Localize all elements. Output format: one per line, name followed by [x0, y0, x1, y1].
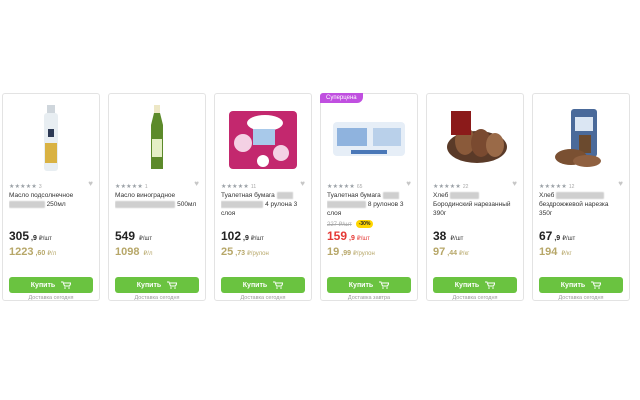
product-title[interactable]: Масло виноградное xxxxxxx xxxxxxxxxxx 50… [115, 191, 199, 217]
borodinsky-bread-image [447, 111, 507, 163]
old-price: 227 ₽/шт [327, 221, 352, 228]
rating-row: ★★★★★ 22 ♥ [433, 180, 517, 191]
product-card[interactable]: ★★★★★22 ♥ Хлеб xxxxxxxxx Бородинский нар… [426, 93, 524, 301]
rating-count: 11 [250, 184, 257, 190]
favorite-heart-icon[interactable]: ♥ [618, 180, 623, 188]
buy-button[interactable]: Купить [9, 277, 93, 293]
unit-price: 194 ₽/кг [539, 246, 572, 258]
product-card[interactable]: ★★★★★11 ♥ Туалетная бумага xxxxx xxxxxxx… [214, 93, 312, 301]
grape-oil-bottle-image [151, 105, 163, 169]
favorite-heart-icon[interactable]: ♥ [300, 180, 305, 188]
cart-icon [273, 281, 284, 289]
unit-price: 25,73 ₽/рулон [221, 246, 269, 258]
product-image[interactable] [9, 100, 93, 176]
unit-price: 1223,60 ₽/л [9, 246, 57, 258]
delivery-info: Доставка сегодня [452, 295, 498, 301]
yeastfree-bread-image [555, 109, 601, 167]
unit-price: 97,44 ₽/кг [433, 246, 470, 258]
product-card[interactable]: ★★★★★3 ♥ Масло подсолнечное xxxxxxxxxxx … [2, 93, 100, 301]
unit-price: 1098 ₽/л [115, 246, 153, 258]
product-card[interactable]: ★★★★★12 ♥ Хлеб xxxxx xxxxxxxxx бездрожже… [532, 93, 630, 301]
cart-icon [167, 281, 178, 289]
unit-price: 19,99 ₽/рулон [327, 246, 375, 258]
blurred-brand: xxxxx xxxxxxxxx [556, 192, 604, 199]
favorite-heart-icon[interactable]: ♥ [406, 180, 411, 188]
rating-stars: ★★★★★ [539, 184, 567, 190]
cart-icon [591, 281, 602, 289]
price: 67,9 ₽/шт [539, 229, 576, 243]
delivery-info: Доставка завтра [347, 295, 391, 301]
favorite-heart-icon[interactable]: ♥ [512, 180, 517, 188]
rating-row: ★★★★★ 11 ♥ [221, 180, 305, 191]
product-image[interactable] [115, 100, 199, 176]
product-title[interactable]: Туалетная бумага xxxxx xxxxxxxxxxxx 8 ру… [327, 191, 411, 217]
blurred-brand: xxxxxxx xxxxxxxxxxx [115, 201, 176, 208]
product-title[interactable]: Хлеб xxxxx xxxxxxxxx бездрожжевой нарезк… [539, 191, 623, 217]
rating-row: ★★★★★ 65 ♥ [327, 180, 411, 191]
toilet-paper-image [229, 111, 297, 169]
rating-count: 22 [462, 184, 469, 190]
buy-button[interactable]: Купить [433, 277, 517, 293]
favorite-heart-icon[interactable]: ♥ [88, 180, 93, 188]
blurred-brand: xxxxxxxxx [450, 192, 480, 199]
cart-icon [379, 281, 390, 289]
price: 549 ₽/шт [115, 229, 153, 243]
oil-bottle-image [44, 105, 58, 171]
buy-button[interactable]: Купить [539, 277, 623, 293]
product-image[interactable] [433, 100, 517, 176]
rating-row: ★★★★★ 3 ♥ [9, 180, 93, 191]
price: 102,9 ₽/шт [221, 229, 264, 243]
product-image[interactable] [221, 100, 305, 176]
product-image[interactable] [539, 100, 623, 176]
rating-count: 12 [568, 184, 575, 190]
product-card[interactable]: ★★★★★1 ♥ Масло виноградное xxxxxxx xxxxx… [108, 93, 206, 301]
price: 159,9 ₽/шт [327, 229, 370, 243]
favorite-heart-icon[interactable]: ♥ [194, 180, 199, 188]
buy-button[interactable]: Купить [327, 277, 411, 293]
rating-row: ★★★★★ 12 ♥ [539, 180, 623, 191]
product-card[interactable]: Суперцена ★★★★★65 ♥ Туалетная бумага xxx… [320, 93, 418, 301]
delivery-info: Доставка сегодня [134, 295, 180, 301]
rating-row: ★★★★★ 1 ♥ [115, 180, 199, 191]
rating-count: 1 [144, 184, 148, 190]
cart-icon [61, 281, 72, 289]
discount-badge: -30% [355, 220, 374, 228]
delivery-info: Доставка сегодня [558, 295, 604, 301]
price: 305,9 ₽/шт [9, 229, 52, 243]
buy-button[interactable]: Купить [115, 277, 199, 293]
product-grid: ★★★★★3 ♥ Масло подсолнечное xxxxxxxxxxx … [2, 93, 638, 301]
rating-stars: ★★★★★ [9, 184, 37, 190]
product-title[interactable]: Туалетная бумага xxxxx xxxxxxxxxxxxx 4 р… [221, 191, 305, 217]
old-price-row: 227 ₽/шт -30% [327, 220, 374, 228]
rating-count: 3 [38, 184, 42, 190]
buy-button[interactable]: Купить [221, 277, 305, 293]
rating-stars: ★★★★★ [115, 184, 143, 190]
blurred-brand: xxxxxxxxxxx [9, 201, 45, 208]
rating-stars: ★★★★★ [433, 184, 461, 190]
delivery-info: Доставка сегодня [240, 295, 286, 301]
product-title[interactable]: Масло подсолнечное xxxxxxxxxxx 250мл [9, 191, 93, 217]
cart-icon [485, 281, 496, 289]
product-image[interactable] [327, 100, 411, 176]
rating-stars: ★★★★★ [221, 184, 249, 190]
delivery-info: Доставка сегодня [28, 295, 74, 301]
rating-stars: ★★★★★ [327, 184, 355, 190]
rating-count: 65 [356, 184, 363, 190]
price: 38 ₽/шт [433, 229, 464, 243]
product-title[interactable]: Хлеб xxxxxxxxx Бородинский нарезанный 39… [433, 191, 517, 217]
toilet-paper-pack-image [333, 122, 405, 156]
